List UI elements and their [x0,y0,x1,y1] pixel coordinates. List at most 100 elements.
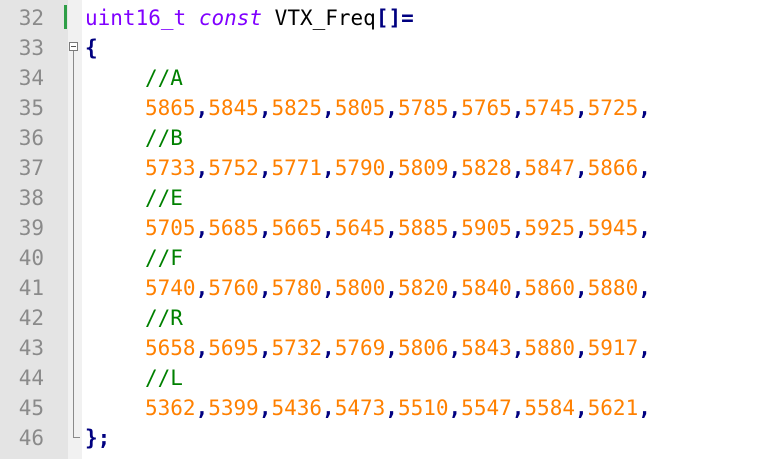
number-literal: 5840 [461,276,512,300]
line-number: 44 [18,366,44,390]
code-text: uint16_t const VTX_Freq[]= [85,6,414,30]
comma-separator: , [322,156,335,180]
number-literal: 5399 [208,396,259,420]
code-text: 5740,5760,5780,5800,5820,5840,5860,5880, [145,276,651,300]
comma-separator: , [574,156,588,180]
comma-separator: , [638,96,651,120]
code-token: VTX_Freq [262,6,376,30]
code-token: //B [145,126,183,150]
comma-separator: , [322,216,335,240]
comma-separator: , [195,216,209,240]
number-literal: 5925 [524,216,575,240]
code-line[interactable]: 39 5705,5685,5665,5645,5885,5905,5925,594… [0,213,763,243]
code-line[interactable]: 34 //A [0,63,763,93]
comma-separator: , [638,216,651,240]
comma-separator: , [385,156,398,180]
comma-separator: , [195,336,209,360]
code-text: }; [85,426,110,450]
fold-guide-line [73,51,74,437]
number-literal: 5820 [397,276,449,300]
code-line[interactable]: 40 //F [0,243,763,273]
number-literal: 5945 [587,216,639,240]
code-line[interactable]: 43 5658,5695,5732,5769,5806,5843,5880,591… [0,333,763,363]
code-token: //A [145,66,183,90]
fold-minus-icon[interactable] [69,42,78,51]
code-line[interactable]: 42 //R [0,303,763,333]
comma-separator: , [448,156,462,180]
number-literal: 5685 [208,216,259,240]
number-literal: 5621 [587,396,639,420]
comma-separator: , [195,396,209,420]
line-number: 46 [18,426,44,450]
code-token: uint16_t [85,6,187,30]
code-token: //F [145,246,183,270]
comma-separator: , [574,276,588,300]
number-literal: 5645 [334,216,386,240]
comma-separator: , [258,396,272,420]
comma-separator: , [511,96,525,120]
code-token: { [85,36,98,60]
number-literal: 5725 [587,96,639,120]
comma-separator: , [511,396,525,420]
number-literal: 5473 [334,396,386,420]
code-line[interactable]: 46}; [0,423,763,453]
code-line[interactable]: 44 //L [0,363,763,393]
code-text: { [85,36,98,60]
line-number: 42 [18,306,44,330]
number-literal: 5760 [208,276,259,300]
comma-separator: , [258,336,272,360]
number-literal: 5917 [587,336,639,360]
code-text: //F [145,246,183,270]
line-number: 33 [18,36,44,60]
number-literal: 5547 [461,396,512,420]
line-number: 40 [18,246,44,270]
code-line[interactable]: 36 //B [0,123,763,153]
number-literal: 5847 [524,156,575,180]
code-line[interactable]: 41 5740,5760,5780,5800,5820,5840,5860,588… [0,273,763,303]
number-literal: 5752 [208,156,259,180]
code-text: 5658,5695,5732,5769,5806,5843,5880,5917, [145,336,651,360]
code-line[interactable]: 32 uint16_t const VTX_Freq[]= [0,3,763,33]
number-literal: 5866 [587,156,639,180]
line-number: 35 [18,96,44,120]
number-literal: 5843 [461,336,512,360]
code-token: //L [145,366,183,390]
number-literal: 5800 [334,276,386,300]
number-literal: 5765 [461,96,512,120]
comma-separator: , [258,216,272,240]
number-literal: 5745 [524,96,575,120]
number-literal: 5785 [397,96,449,120]
number-literal: 5860 [524,276,575,300]
number-literal: 5584 [524,396,575,420]
comma-separator: , [638,156,651,180]
number-literal: 5790 [334,156,386,180]
comma-separator: , [511,276,525,300]
code-text: //A [145,66,183,90]
comma-separator: , [258,96,272,120]
code-line[interactable]: 45 5362,5399,5436,5473,5510,5547,5584,562… [0,393,763,423]
comma-separator: , [322,96,335,120]
code-line[interactable]: 33 { [0,33,763,63]
code-editor[interactable]: 32 uint16_t const VTX_Freq[]= 33 {34 //A 35 58… [0,0,763,459]
number-literal: 5705 [145,216,196,240]
comma-separator: , [385,216,398,240]
number-literal: 5740 [145,276,196,300]
code-token: const [198,6,263,30]
code-line[interactable]: 37 5733,5752,5771,5790,5809,5828,5847,586… [0,153,763,183]
number-literal: 5809 [397,156,449,180]
comma-separator: , [638,396,651,420]
code-text: //R [145,306,183,330]
comma-separator: , [574,216,588,240]
code-line[interactable]: 35 5865,5845,5825,5805,5785,5765,5745,572… [0,93,763,123]
comma-separator: , [385,276,398,300]
line-number: 34 [18,66,44,90]
line-number: 38 [18,186,44,210]
comma-separator: , [322,396,335,420]
number-literal: 5905 [461,216,512,240]
line-number: 43 [18,336,44,360]
code-token: }; [85,426,111,450]
comma-separator: , [638,336,651,360]
code-line[interactable]: 38 //E [0,183,763,213]
number-literal: 5865 [145,96,196,120]
